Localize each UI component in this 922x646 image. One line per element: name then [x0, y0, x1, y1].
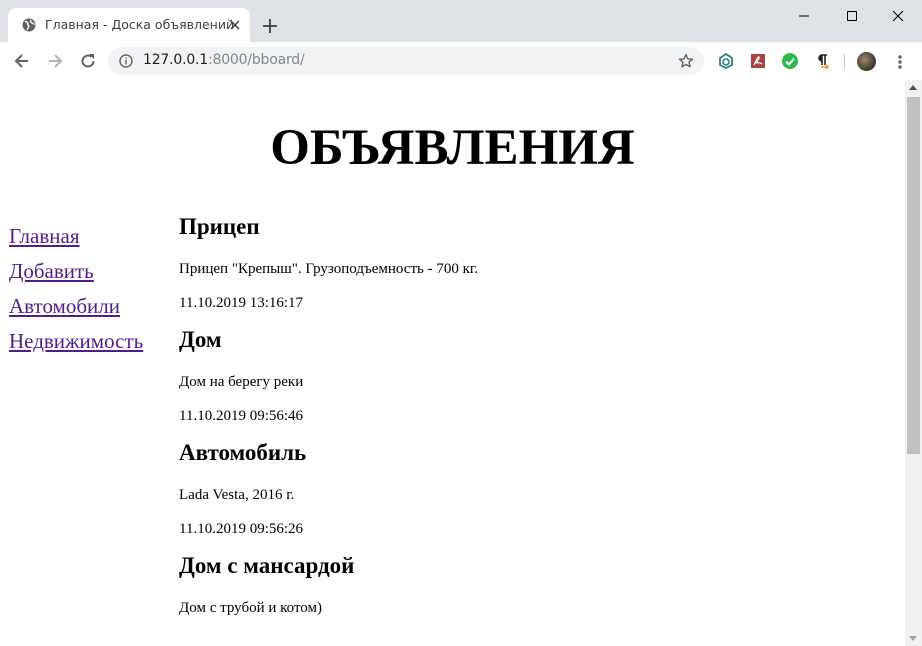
info-icon[interactable] [119, 54, 133, 68]
ad-item: Автомобиль Lada Vesta, 2016 г. 11.10.201… [179, 440, 879, 538]
nav-link-realty[interactable]: Недвижимость [9, 329, 143, 353]
scrollbar-thumb[interactable] [907, 97, 920, 454]
ad-title: Дом [179, 327, 222, 352]
nav-link-add[interactable]: Добавить [9, 259, 143, 283]
minimize-button[interactable] [792, 6, 816, 26]
ad-date: 11.10.2019 09:56:26 [179, 521, 304, 537]
toolbar-separator [844, 54, 845, 70]
browser-menu-icon[interactable] [893, 52, 907, 72]
globe-icon [22, 18, 36, 32]
reload-button[interactable] [78, 51, 98, 71]
paragraph-extension-icon[interactable] [813, 52, 831, 70]
ad-content: Дом на берегу реки [179, 374, 304, 390]
new-tab-button[interactable] [260, 16, 280, 36]
url-text: 127.0.0.1:8000/bboard/ [143, 52, 305, 68]
forward-button[interactable] [45, 51, 65, 71]
ad-date: 11.10.2019 13:16:17 [179, 295, 304, 311]
ads-list: Прицеп Прицеп "Крепыш". Грузоподъемность… [179, 214, 879, 633]
page-title: ОБЪЯВЛЕНИЯ [270, 120, 635, 176]
bookmark-star-icon[interactable] [678, 53, 694, 69]
scroll-down-arrow-icon[interactable] [909, 636, 917, 641]
url-path: :8000/bboard/ [208, 52, 305, 68]
ad-title: Прицеп [179, 214, 260, 239]
address-bar[interactable]: 127.0.0.1:8000/bboard/ [108, 47, 704, 75]
back-button[interactable] [12, 51, 32, 71]
side-nav: Главная Добавить Автомобили Недвижимость [9, 224, 143, 364]
browser-chrome: Главная - Доска объявлений 127.0.0.1:800… [0, 0, 922, 80]
ad-item: Дом с мансардой Дом с трубой и котом) [179, 553, 879, 617]
nav-link-cars[interactable]: Автомобили [9, 294, 143, 318]
ad-date: 11.10.2019 09:56:46 [179, 408, 304, 424]
tampermonkey-icon[interactable] [717, 52, 735, 70]
ad-title: Автомобиль [179, 440, 307, 465]
pdf-icon[interactable] [749, 52, 767, 70]
url-host: 127.0.0.1 [143, 52, 208, 68]
ad-item: Прицеп Прицеп "Крепыш". Грузоподъемность… [179, 214, 879, 312]
scroll-up-arrow-icon[interactable] [909, 85, 917, 90]
checkmark-extension-icon[interactable] [781, 52, 799, 70]
maximize-button[interactable] [840, 6, 864, 26]
browser-toolbar: 127.0.0.1:8000/bboard/ [0, 42, 922, 80]
ad-title: Дом с мансардой [179, 553, 355, 578]
ad-content: Прицеп "Крепыш". Грузоподъемность - 700 … [179, 261, 479, 277]
ad-content: Lada Vesta, 2016 г. [179, 487, 295, 503]
nav-link-home[interactable]: Главная [9, 224, 143, 248]
profile-avatar[interactable] [857, 52, 876, 71]
browser-tab[interactable]: Главная - Доска объявлений [8, 8, 250, 42]
ad-item: Дом Дом на берегу реки 11.10.2019 09:56:… [179, 327, 879, 425]
vertical-scrollbar[interactable] [905, 80, 922, 646]
page-viewport: ОБЪЯВЛЕНИЯ Главная Добавить Автомобили Н… [0, 80, 905, 646]
close-tab-icon[interactable] [226, 16, 244, 34]
tab-title: Главная - Доска объявлений [45, 17, 235, 32]
ad-content: Дом с трубой и котом) [179, 600, 323, 616]
close-window-button[interactable] [886, 6, 910, 26]
